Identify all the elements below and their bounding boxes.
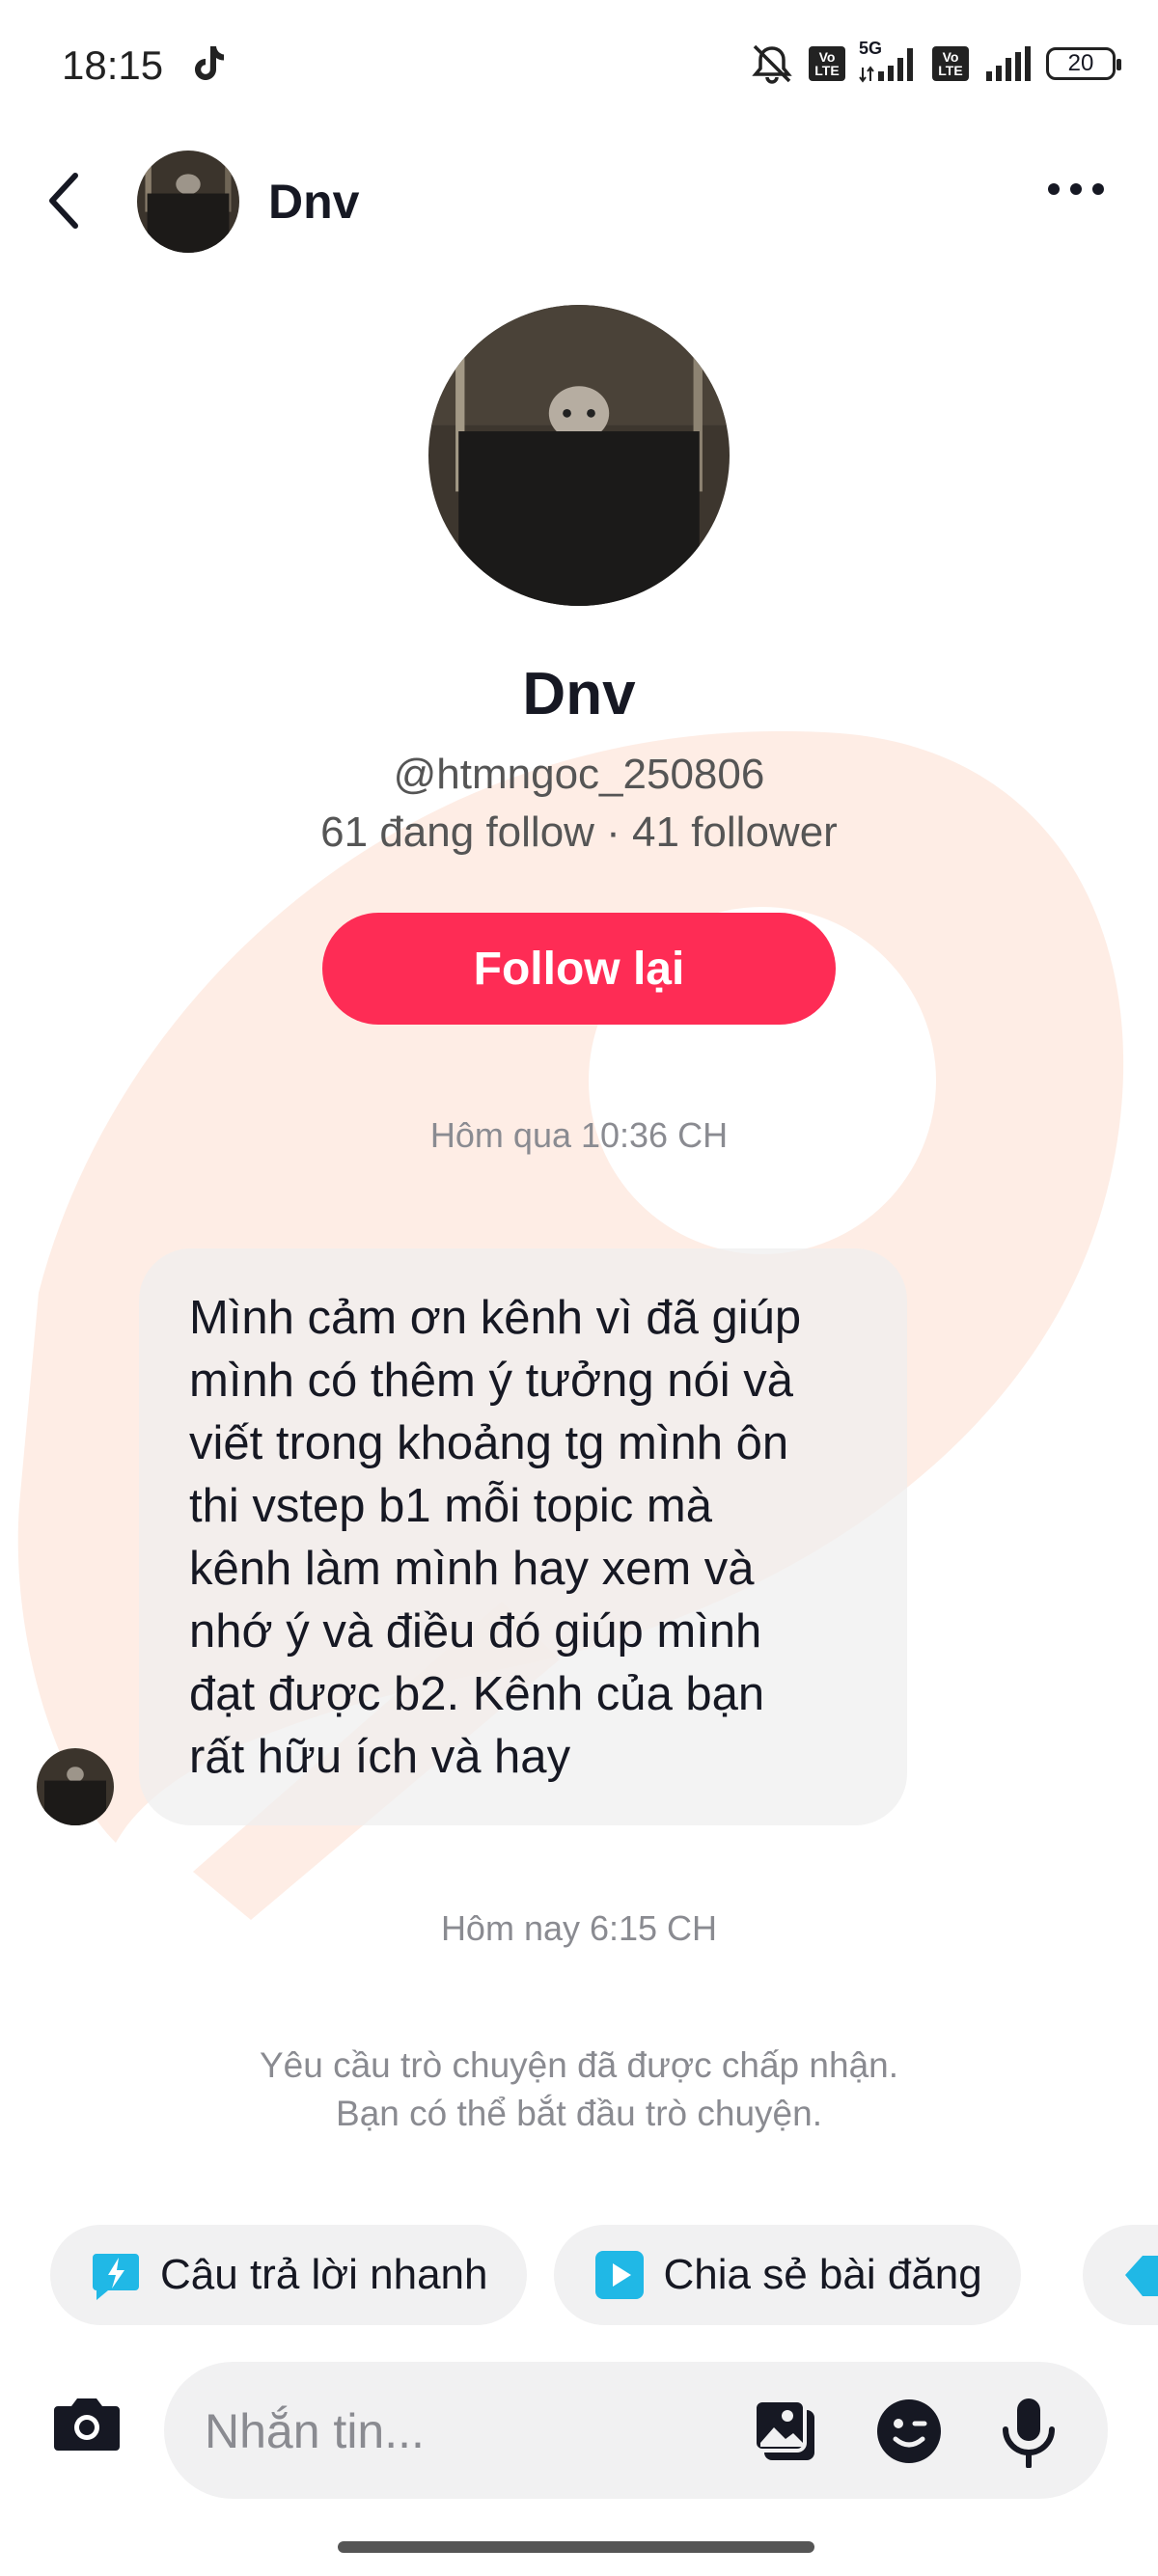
home-indicator[interactable] (338, 2541, 814, 2553)
message-text: Mình cảm ơn kênh vì đã giúp mình có thêm… (189, 1287, 857, 1789)
tiktok-icon (195, 46, 224, 80)
sender-avatar[interactable] (37, 1748, 114, 1825)
lightning-chat-icon (89, 2248, 143, 2302)
play-square-icon (593, 2248, 647, 2302)
timestamp-today: Hôm nay 6:15 CH (440, 1908, 718, 1948)
request-accepted-notice: Yêu cầu trò chuyện đã được chấp nhận. Bạ… (0, 2042, 1158, 2138)
battery-level: 20 (1067, 50, 1094, 76)
message-line: viết trong khoảng tg mình ôn (189, 1417, 789, 1469)
status-time: 18:15 (62, 42, 164, 88)
message-input[interactable] (203, 2362, 708, 2501)
battery-indicator: 20 (1046, 47, 1121, 80)
camera-icon[interactable] (50, 2393, 124, 2454)
message-line: đạt được b2. Kênh của bạn (189, 1668, 765, 1720)
notice-line-1: Yêu cầu trò chuyện đã được chấp nhận. (259, 2045, 899, 2085)
message-bubble[interactable]: Mình cảm ơn kênh vì đã giúp mình có thêm… (139, 1248, 907, 1825)
chat-header: Dnv (0, 145, 1158, 260)
emoji-icon[interactable] (874, 2397, 944, 2466)
message-line: kênh làm mình hay xem và (189, 1543, 755, 1595)
timestamp-yesterday: Hôm qua 10:36 CH (429, 1115, 729, 1155)
message-line: thi vstep b1 mỗi topic mà (189, 1480, 712, 1532)
profile-stats: 61 đang follow · 41 follower (320, 808, 838, 856)
header-avatar[interactable] (137, 151, 239, 253)
quick-reply-chip[interactable]: Câu trả lời nhanh (50, 2225, 527, 2325)
share-post-chip[interactable]: Chia sẻ bài đăng (553, 2225, 1021, 2325)
follow-back-button[interactable]: Follow lại (322, 913, 836, 1025)
share-post-label: Chia sẻ bài đăng (663, 2251, 982, 2298)
status-bar: 18:15 Vo LTE 5G Vo LTE 20 (0, 0, 1158, 135)
profile-name: Dnv (522, 661, 636, 727)
notice-line-2: Bạn có thể bắt đầu trò chuyện. (336, 2094, 822, 2133)
suggestion-chips: Câu trả lời nhanh Chia sẻ bài đăng (50, 2225, 1021, 2325)
gallery-icon[interactable] (751, 2397, 820, 2466)
volte-badge-2: Vo LTE (932, 46, 969, 81)
quick-reply-label: Câu trả lời nhanh (160, 2251, 488, 2298)
status-indicators: Vo LTE 5G Vo LTE 20 (749, 39, 1121, 85)
profile-avatar[interactable] (428, 305, 730, 606)
back-arrow-icon[interactable] (42, 170, 85, 232)
message-line: nhớ ý và điều đó giúp mình (189, 1605, 762, 1658)
volte-badge: Vo LTE (809, 46, 845, 81)
more-options-icon[interactable] (1048, 183, 1104, 195)
signal-icon (986, 46, 1031, 81)
silent-bell-icon (752, 44, 792, 84)
microphone-icon[interactable] (1000, 2397, 1058, 2468)
tag-icon (1125, 2256, 1158, 2296)
more-chip-partial[interactable] (1083, 2225, 1158, 2325)
profile-handle: @htmngoc_250806 (393, 751, 765, 798)
message-line: Mình cảm ơn kênh vì đã giúp (189, 1292, 802, 1344)
signal-5g-icon: 5G (859, 39, 919, 83)
message-line: rất hữu ích và hay (189, 1731, 571, 1783)
message-line: mình có thêm ý tưởng nói và (189, 1355, 793, 1407)
header-username[interactable]: Dnv (268, 174, 359, 230)
message-input-box[interactable] (164, 2362, 1108, 2501)
